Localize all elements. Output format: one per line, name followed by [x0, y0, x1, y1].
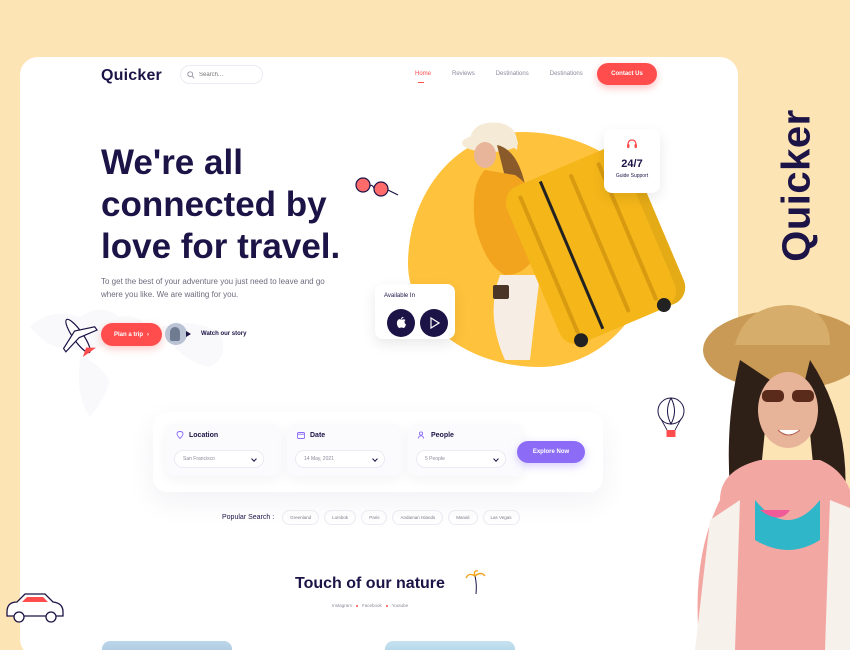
- location-pin-icon: [176, 431, 184, 439]
- play-store-button[interactable]: [420, 309, 448, 337]
- facebook-link[interactable]: Facebook: [362, 603, 382, 608]
- calendar-icon: [297, 432, 305, 439]
- popular-search: Popular Search : Greenland Lombok Paris …: [222, 510, 520, 525]
- people-select[interactable]: 5 People: [416, 450, 506, 468]
- popular-chip[interactable]: Greenland: [282, 510, 320, 525]
- headset-icon: [627, 139, 637, 148]
- side-brand-logo: Quicker: [762, 100, 832, 270]
- brand-logo[interactable]: Quicker: [101, 67, 162, 85]
- search-icon: [187, 70, 195, 79]
- hero-headline: We're all connected by love for travel.: [101, 143, 341, 266]
- world-map-decoration: [30, 309, 224, 417]
- contact-us-button[interactable]: Contact Us: [597, 63, 657, 85]
- instagram-link[interactable]: Instagram: [332, 603, 352, 608]
- date-select[interactable]: 14 May, 2021: [295, 450, 385, 468]
- search-input[interactable]: [199, 71, 259, 78]
- palm-tree-icon: [465, 570, 486, 595]
- app-availability-card: Available In: [375, 284, 455, 339]
- google-play-icon: [429, 317, 440, 329]
- hero-subtext: To get the best of your adventure you ju…: [101, 277, 325, 299]
- date-field: Date 14 May, 2021: [287, 424, 402, 476]
- nature-photo[interactable]: [385, 641, 515, 650]
- sunglasses-icon: [355, 177, 399, 197]
- section-title: Touch of our nature: [295, 575, 445, 592]
- chevron-right-icon: ›: [147, 331, 149, 338]
- explore-now-button[interactable]: Explore Now: [517, 441, 585, 463]
- popular-chip[interactable]: Manali: [448, 510, 478, 525]
- youtube-link[interactable]: Youtube: [392, 603, 408, 608]
- guide-support-card: 24/7 Guide Support: [604, 129, 660, 193]
- nav-destinations[interactable]: Destinations: [496, 71, 529, 77]
- nature-photo[interactable]: [102, 641, 232, 650]
- hot-air-balloon-icon: [657, 397, 685, 437]
- location-field: Location San Francisco: [166, 424, 281, 476]
- people-label: People: [431, 431, 454, 439]
- watch-story-link[interactable]: Watch our story: [201, 331, 246, 337]
- car-icon: [6, 593, 64, 623]
- available-label: Available In: [384, 293, 415, 299]
- nav-destinations-2[interactable]: Destinations: [550, 71, 583, 77]
- play-icon[interactable]: [186, 331, 191, 337]
- popular-chip[interactable]: Paris: [361, 510, 388, 525]
- popular-chip[interactable]: Las Vegas: [482, 510, 520, 525]
- location-select[interactable]: San Francisco: [174, 450, 264, 468]
- location-label: Location: [189, 431, 219, 439]
- landing-page-card: Quicker Home Reviews Destinations Destin…: [20, 57, 738, 650]
- popular-search-label: Popular Search :: [222, 514, 275, 521]
- popular-chip[interactable]: Andaman Islands: [392, 510, 444, 525]
- date-label: Date: [310, 431, 326, 439]
- support-label: Guide Support: [615, 173, 649, 179]
- popular-chip[interactable]: Lombok: [324, 510, 357, 525]
- video-thumbnail[interactable]: [165, 323, 187, 345]
- search-box[interactable]: [180, 65, 263, 84]
- people-icon: [418, 431, 424, 439]
- people-field: People 5 People: [408, 424, 523, 476]
- plan-trip-button[interactable]: Plan a trip ›: [101, 323, 162, 346]
- side-brand-text: Quicker: [774, 108, 819, 262]
- main-nav: Home Reviews Destinations Destinations: [415, 71, 604, 83]
- airplane-icon: [62, 318, 98, 357]
- apple-icon: [396, 317, 406, 328]
- app-store-button[interactable]: [387, 309, 415, 337]
- nav-reviews[interactable]: Reviews: [452, 71, 475, 77]
- woman-with-hat-image: [695, 305, 850, 650]
- trip-search-panel: Location San Francisco Date 14 May, 2021…: [153, 412, 603, 492]
- support-hours: 24/7: [621, 158, 643, 170]
- nav-home[interactable]: Home: [415, 71, 431, 83]
- plan-trip-label: Plan a trip: [113, 331, 143, 338]
- social-links: Instagram Facebook Youtube: [332, 603, 408, 608]
